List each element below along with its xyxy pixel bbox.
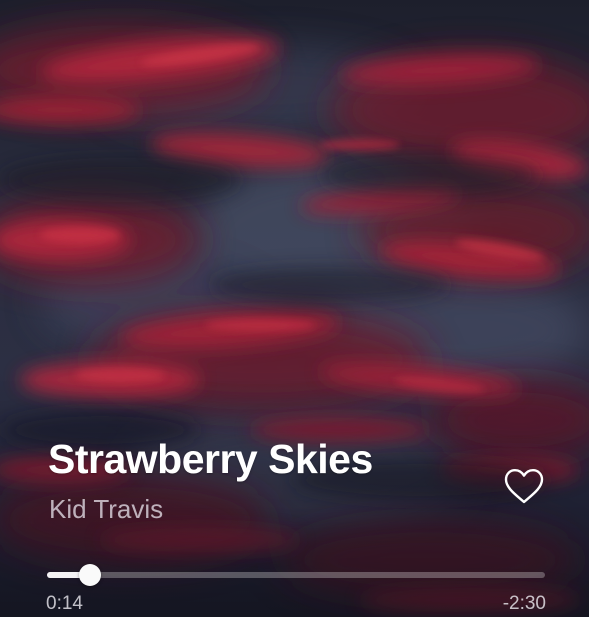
artist-name[interactable]: Kid Travis bbox=[49, 494, 163, 525]
like-button[interactable] bbox=[503, 467, 545, 507]
heart-outline-icon bbox=[504, 469, 544, 504]
remaining-time: -2:30 bbox=[502, 593, 546, 614]
progress-slider[interactable] bbox=[47, 563, 545, 587]
progress-scrubber-knob[interactable] bbox=[78, 564, 101, 586]
elapsed-time: 0:14 bbox=[46, 593, 83, 614]
track-title: Strawberry Skies bbox=[48, 436, 373, 482]
now-playing-screen: Strawberry Skies Kid Travis 0:14 -2:30 bbox=[0, 0, 589, 617]
progress-track[interactable] bbox=[47, 572, 545, 578]
